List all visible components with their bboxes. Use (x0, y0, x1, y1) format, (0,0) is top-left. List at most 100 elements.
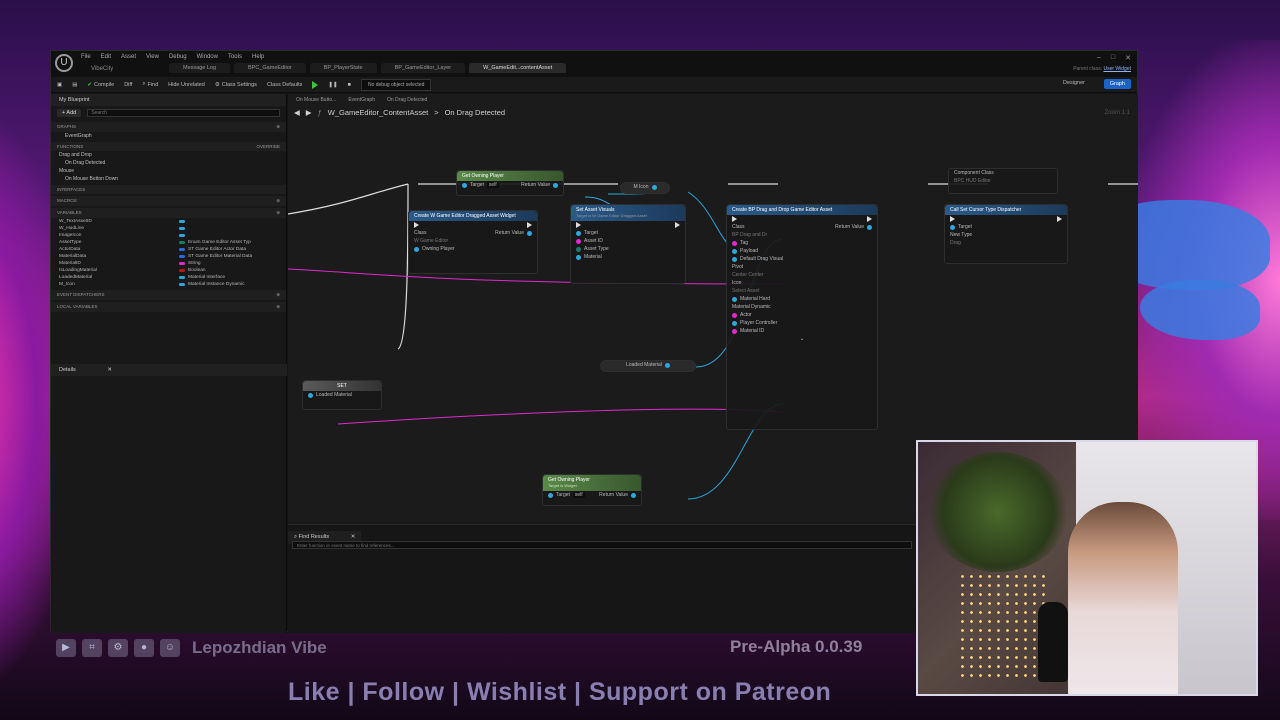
node-set-asset-visuals[interactable]: Set Asset Visuals Target is W Game Editor… (570, 204, 686, 284)
node-pin[interactable]: Target self Return Value (543, 491, 641, 499)
interfaces-category[interactable]: INTERFACES (51, 185, 286, 194)
stop-icon[interactable]: ■ (348, 82, 351, 88)
variable-row[interactable]: MaterialData ST Game Editor Material Data (51, 253, 286, 260)
node-pin[interactable]: M Icon (621, 183, 669, 191)
variable-row[interactable]: ImageIcon (51, 232, 286, 239)
on-mouse-button-down-item[interactable]: On Mouse Button Down (51, 175, 286, 183)
event-dispatchers-category[interactable]: EVENT DISPATCHERS ⊕ (51, 290, 286, 300)
menu-help[interactable]: Help (252, 54, 264, 60)
add-dispatcher-icon[interactable]: ⊕ (276, 292, 280, 298)
add-variable-icon[interactable]: ⊕ (276, 210, 280, 216)
node-pin[interactable]: Target (945, 223, 1067, 231)
tab-bp-game-editor-layer[interactable]: BP_GameEditor_Layer (380, 63, 466, 73)
node-pin[interactable]: W Game Editor (409, 237, 537, 245)
node-pin[interactable]: Material (571, 253, 685, 261)
close-details-icon[interactable]: ✕ (107, 367, 112, 373)
tab-bpc-game-editor[interactable]: BPC_GameEditor (234, 63, 306, 73)
node-pin[interactable]: Class Return Value (727, 223, 877, 231)
drag-drop-group[interactable]: Drag and Drop (51, 151, 286, 159)
node-loaded-material-getter[interactable]: Loaded Material (600, 360, 696, 372)
parent-class-link[interactable]: User Widget (1103, 66, 1131, 72)
close-icon[interactable]: ✕ (1125, 54, 1131, 62)
node-pin[interactable]: Class Return Value (409, 229, 537, 237)
pivot-select[interactable]: Center Center (727, 271, 877, 279)
add-macro-icon[interactable]: ⊕ (276, 198, 280, 204)
mouse-group[interactable]: Mouse (51, 167, 286, 175)
variable-row[interactable]: M_Icon Material Instance Dynamic (51, 281, 286, 288)
node-pin[interactable]: Actor (727, 311, 877, 319)
maximize-icon[interactable]: □ (1111, 54, 1115, 62)
tab-w-game-editor-content-asset[interactable]: W_GameEdit...contentAsset (469, 63, 567, 73)
node-pin[interactable]: Owning Player (409, 245, 537, 253)
designer-button[interactable]: Designer (1063, 80, 1085, 86)
hide-unrelated-button[interactable]: Hide Unrelated (168, 82, 205, 88)
node-set-loaded-material[interactable]: SET Loaded Material (302, 380, 382, 410)
override-dropdown[interactable]: Override (256, 144, 280, 149)
menu-view[interactable]: View (146, 54, 159, 60)
variable-row[interactable]: W_HudLine (51, 225, 286, 232)
node-pin[interactable]: Target self Return Value (457, 181, 563, 189)
local-variables-category[interactable]: LOCAL VARIABLES ⊕ (51, 302, 286, 312)
find-button[interactable]: ⌕ Find (142, 81, 158, 88)
diff-button[interactable]: Diff (124, 82, 132, 88)
node-pin[interactable]: Target (571, 229, 685, 237)
functions-category[interactable]: FUNCTIONS Override (51, 142, 286, 151)
node-m-icon[interactable]: M Icon (620, 182, 670, 194)
unreal-logo-icon[interactable]: U (55, 54, 73, 72)
pause-icon[interactable]: ❚❚ (328, 82, 337, 88)
node-pin[interactable]: Asset ID (571, 237, 685, 245)
node-create-widget[interactable]: Create W Game Editor Dragged Asset Widge… (408, 210, 538, 274)
node-pin[interactable]: Player Controller (727, 319, 877, 327)
menu-asset[interactable]: Asset (121, 54, 136, 60)
node-pin[interactable]: Material Hard (727, 295, 877, 303)
node-pin[interactable]: Icon (727, 279, 877, 287)
node-component-class[interactable]: Component Class BPC HUD Editor (948, 168, 1058, 194)
debug-object-select[interactable]: No debug object selected (360, 78, 432, 91)
node-create-drag-drop[interactable]: Create BP Drag and Drop Game Editor Asse… (726, 204, 878, 430)
graph-button[interactable]: Graph (1103, 79, 1131, 89)
play-button[interactable] (312, 80, 319, 89)
variable-row[interactable]: ActorData ST Game Editor Actor Data (51, 246, 286, 253)
node-pin[interactable]: Asset Type (571, 245, 685, 253)
node-pin[interactable]: Tag (727, 239, 877, 247)
component-class-select[interactable]: BPC HUD Editor (949, 177, 1057, 185)
tab-message-log[interactable]: Message Log (169, 63, 231, 73)
menu-tools[interactable]: Tools (228, 54, 242, 60)
node-call-set-cursor-type[interactable]: Call Set Cursor Type Dispatcher Target N… (944, 204, 1068, 264)
node-pin[interactable]: Loaded Material (303, 391, 381, 399)
save-icon[interactable]: ▣ (57, 82, 62, 88)
node-pin[interactable]: Material Dynamic (727, 303, 877, 311)
add-button[interactable]: + Add (57, 109, 82, 117)
node-pin[interactable]: Component Class (949, 169, 1057, 177)
class-defaults-button[interactable]: Class Defaults (267, 82, 302, 88)
node-pin[interactable] (409, 221, 537, 229)
node-pin[interactable]: New Type (945, 231, 1067, 239)
menu-file[interactable]: File (81, 54, 91, 60)
class-settings-button[interactable]: ⚙ Class Settings (215, 82, 257, 88)
variable-row[interactable]: LoadedMaterial Material Interface (51, 274, 286, 281)
node-pin[interactable]: Payload (727, 247, 877, 255)
macros-category[interactable]: MACROS ⊕ (51, 196, 286, 206)
node-pin[interactable]: Pivot (727, 263, 877, 271)
menu-edit[interactable]: Edit (101, 54, 111, 60)
variable-row[interactable]: IsLoadingMaterial Boolean (51, 267, 286, 274)
node-get-owning-player-bottom[interactable]: Get Owning Player Target is Widget Target… (542, 474, 642, 506)
variable-row[interactable]: AssetType Enum Game Editor Asset Typ (51, 239, 286, 246)
node-get-owning-player-top[interactable]: Get Owning Player Target self Return Value (456, 170, 564, 196)
new-type-select[interactable]: Drag (945, 239, 1067, 247)
minimize-icon[interactable]: – (1097, 54, 1101, 62)
node-pin[interactable] (727, 215, 877, 223)
icon-asset-select[interactable]: Select Asset (727, 287, 877, 295)
add-graph-icon[interactable]: ⊕ (276, 124, 280, 130)
tab-bp-player-state[interactable]: BP_PlayerState (309, 63, 377, 73)
node-pin[interactable] (571, 221, 685, 229)
menu-debug[interactable]: Debug (169, 54, 187, 60)
node-pin[interactable] (945, 215, 1067, 223)
close-find-results-icon[interactable]: ✕ (351, 534, 356, 540)
compile-button[interactable]: ✔ Compile (87, 82, 114, 88)
on-drag-detected-item[interactable]: On Drag Detected (51, 159, 286, 167)
node-pin[interactable]: Material ID (727, 327, 877, 335)
node-pin[interactable]: Loaded Material (601, 361, 695, 369)
find-results-input[interactable] (292, 541, 912, 549)
variable-row[interactable]: MaterialID String (51, 260, 286, 267)
